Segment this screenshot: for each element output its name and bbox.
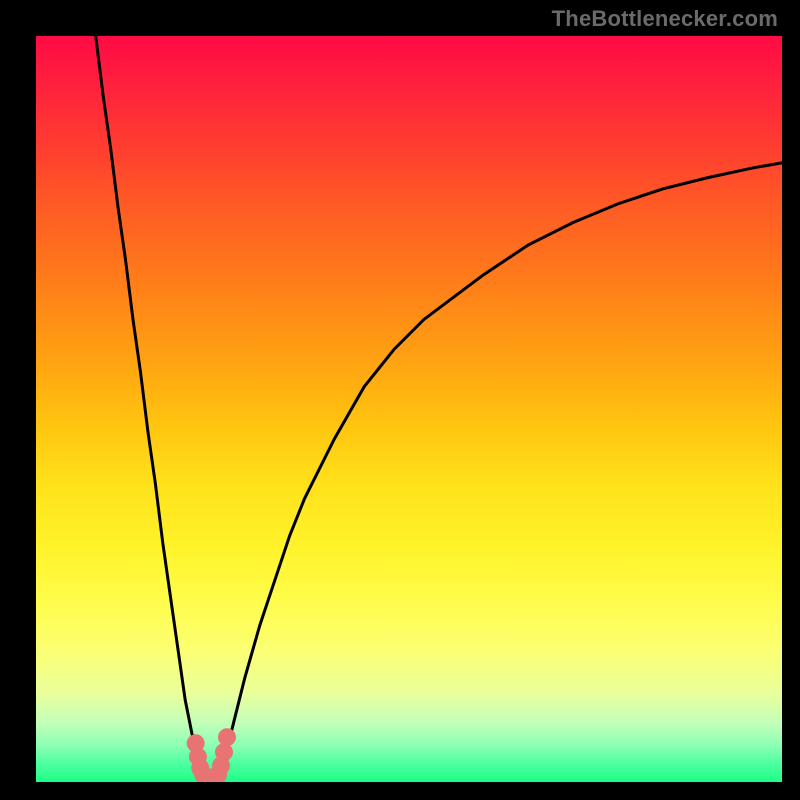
curve-right-branch: [219, 163, 782, 782]
marker-dot: [218, 728, 236, 746]
curve-left-branch: [96, 36, 204, 782]
chart-frame: TheBottlenecker.com: [0, 0, 800, 800]
marker-dot: [215, 743, 233, 761]
marker-group: [187, 728, 236, 782]
curve-layer: [36, 36, 782, 782]
plot-area: [36, 36, 782, 782]
watermark-text: TheBottlenecker.com: [552, 6, 778, 32]
